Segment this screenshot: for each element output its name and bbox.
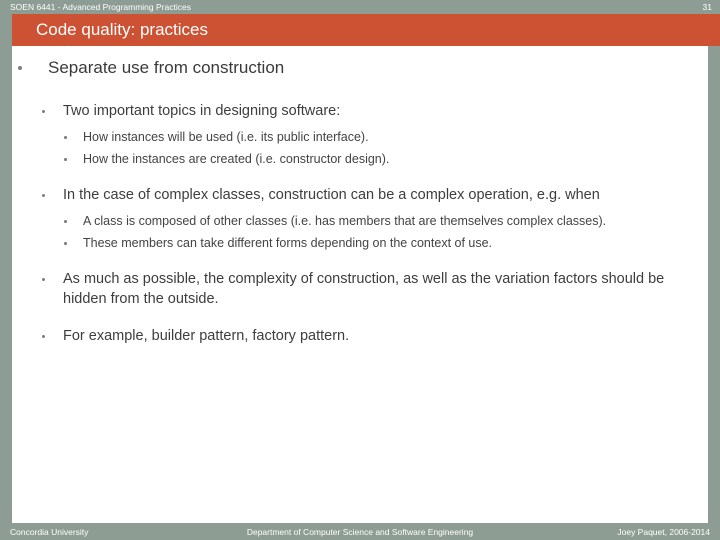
- bullet-text: For example, builder pattern, factory pa…: [63, 328, 350, 344]
- bullet-list: Separate use from construction Two impor…: [12, 46, 708, 346]
- bullet-dot-icon: [64, 136, 67, 139]
- bullet-level2: Two important topics in designing softwa…: [12, 93, 708, 121]
- bullet-dot-icon: [18, 66, 22, 70]
- bullet-level2: For example, builder pattern, factory pa…: [12, 318, 708, 346]
- bullet-text: How instances will be used (i.e. its pub…: [83, 130, 369, 144]
- bullet-level1: Separate use from construction: [12, 46, 708, 79]
- slide-page-number: 31: [702, 2, 712, 12]
- bullet-level3: These members can take different forms d…: [12, 230, 708, 252]
- bullet-dot-icon: [42, 335, 45, 338]
- bullet-text: As much as possible, the complexity of c…: [63, 271, 665, 307]
- bullet-dot-icon: [42, 278, 45, 281]
- bullet-level3: A class is composed of other classes (i.…: [12, 208, 708, 230]
- slide-title: Code quality: practices: [36, 20, 208, 39]
- slide: SOEN 6441 - Advanced Programming Practic…: [0, 0, 720, 540]
- footer-institution: Concordia University: [10, 526, 89, 537]
- slide-body: Separate use from construction Two impor…: [12, 46, 708, 523]
- slide-footer: Concordia University Department of Compu…: [0, 523, 720, 540]
- bullet-dot-icon: [64, 158, 67, 161]
- bullet-text: Two important topics in designing softwa…: [63, 103, 341, 119]
- bullet-text: These members can take different forms d…: [83, 236, 493, 250]
- slide-title-banner: Code quality: practices: [12, 14, 720, 46]
- slide-header-bar: SOEN 6441 - Advanced Programming Practic…: [0, 0, 720, 14]
- bullet-dot-icon: [64, 242, 67, 245]
- bullet-text: Separate use from construction: [48, 58, 285, 77]
- bullet-dot-icon: [42, 110, 45, 113]
- bullet-level3: How the instances are created (i.e. cons…: [12, 146, 708, 168]
- bullet-text: A class is composed of other classes (i.…: [83, 214, 607, 228]
- bullet-dot-icon: [42, 194, 45, 197]
- bullet-dot-icon: [64, 220, 67, 223]
- bullet-level3: How instances will be used (i.e. its pub…: [12, 124, 708, 146]
- bullet-level2: As much as possible, the complexity of c…: [12, 261, 708, 309]
- footer-department: Department of Computer Science and Softw…: [246, 526, 474, 537]
- bullet-level2: In the case of complex classes, construc…: [12, 177, 708, 205]
- bullet-text: In the case of complex classes, construc…: [63, 187, 600, 203]
- course-title: SOEN 6441 - Advanced Programming Practic…: [10, 2, 191, 12]
- bullet-text: How the instances are created (i.e. cons…: [83, 152, 390, 166]
- footer-copyright: Joey Paquet, 2006-2014: [617, 526, 710, 537]
